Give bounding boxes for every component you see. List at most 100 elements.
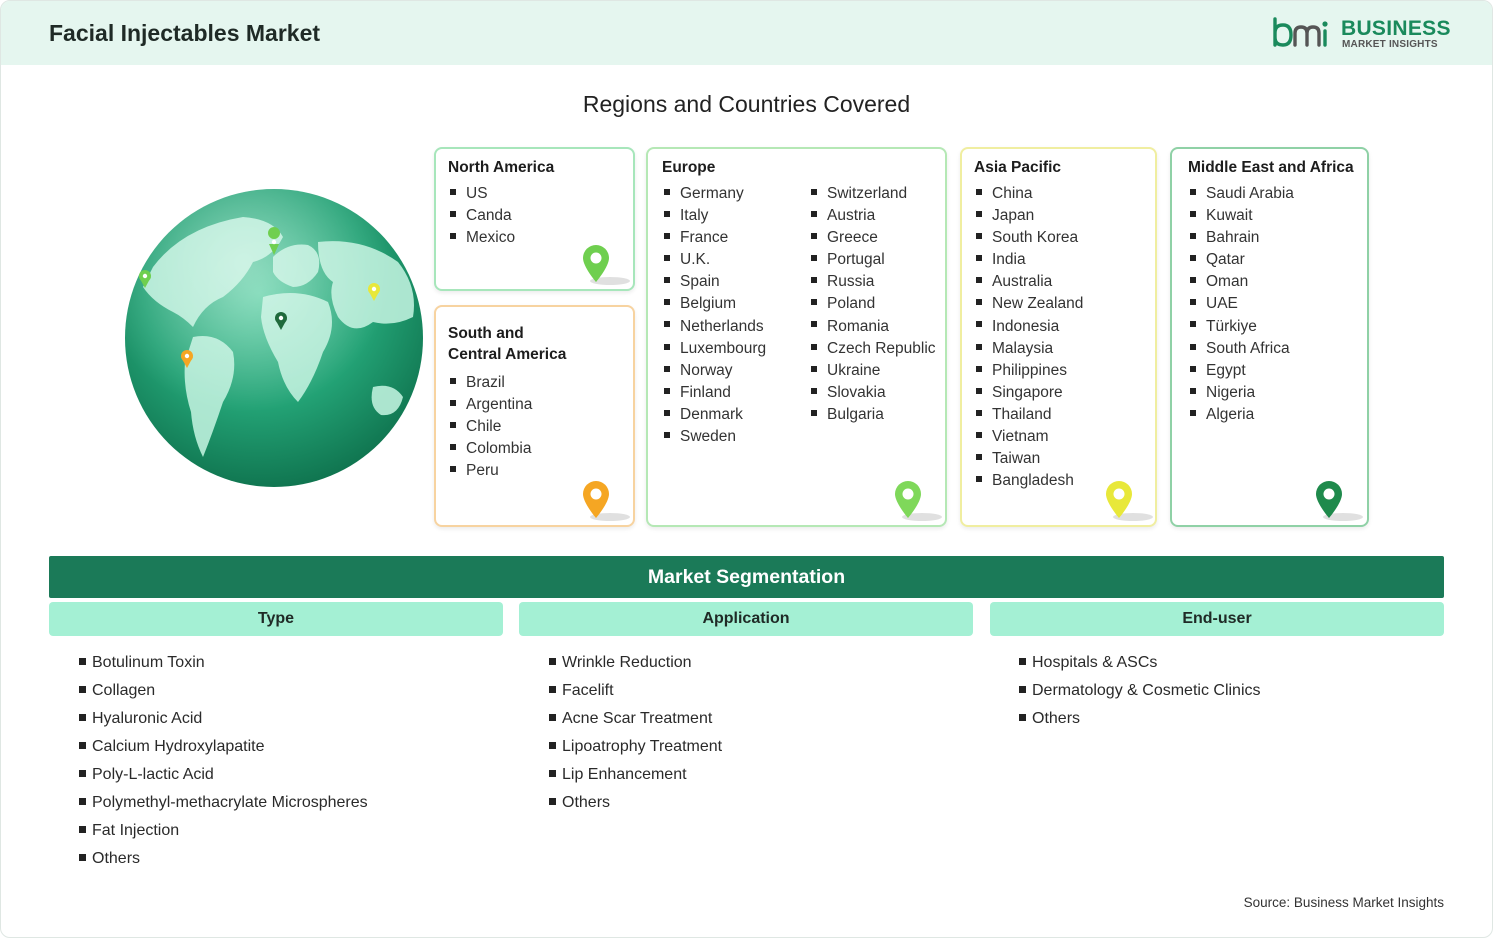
country-item: Colombia <box>450 438 532 460</box>
source-note: Source: Business Market Insights <box>1243 895 1444 910</box>
segment-list-type: Botulinum Toxin Collagen Hyaluronic Acid… <box>79 649 368 873</box>
country-item: Ukraine <box>811 360 936 382</box>
country-item: Argentina <box>450 394 532 416</box>
logo-subtitle: MARKET INSIGHTS <box>1342 39 1438 50</box>
country-list: Saudi Arabia Kuwait Bahrain Qatar Oman U… <box>1190 183 1294 426</box>
country-item: Czech Republic <box>811 338 936 360</box>
country-item: Qatar <box>1190 249 1294 271</box>
country-item: Bulgaria <box>811 404 936 426</box>
country-item: New Zealand <box>976 293 1083 315</box>
country-item: Philippines <box>976 360 1083 382</box>
country-item: Türkiye <box>1190 316 1294 338</box>
country-item: Norway <box>664 360 766 382</box>
bmi-logo-icon <box>1273 17 1328 47</box>
country-item: US <box>450 183 515 205</box>
location-pin-icon <box>895 481 942 521</box>
location-pin-icon <box>583 245 630 285</box>
country-item: Russia <box>811 271 936 293</box>
country-item: Indonesia <box>976 316 1083 338</box>
country-list: Brazil Argentina Chile Colombia Peru <box>450 372 532 482</box>
country-item: Brazil <box>450 372 532 394</box>
region-title: Asia Pacific <box>974 159 1062 176</box>
country-list: China Japan South Korea India Australia … <box>976 183 1083 492</box>
header: Facial Injectables Market BUSINESS MARKE… <box>1 1 1492 65</box>
country-item: Chile <box>450 416 532 438</box>
segment-item: Lipoatrophy Treatment <box>549 733 722 761</box>
country-item: Bahrain <box>1190 227 1294 249</box>
country-item: South Africa <box>1190 338 1294 360</box>
region-card-south-central-america: South and Central America Brazil Argenti… <box>434 305 635 527</box>
segment-item: Poly-L-lactic Acid <box>79 761 368 789</box>
country-item: Canda <box>450 205 515 227</box>
country-item: Singapore <box>976 382 1083 404</box>
country-item: Luxembourg <box>664 338 766 360</box>
country-item: Egypt <box>1190 360 1294 382</box>
segment-item: Lip Enhancement <box>549 761 722 789</box>
segment-item: Others <box>79 845 368 873</box>
country-item: Austria <box>811 205 936 227</box>
region-card-europe: Europe Germany Italy France U.K. Spain B… <box>646 147 947 527</box>
country-item: Algeria <box>1190 404 1294 426</box>
country-item: France <box>664 227 766 249</box>
segment-item: Facelift <box>549 677 722 705</box>
regions-title: Regions and Countries Covered <box>582 91 911 117</box>
location-pin-icon <box>1316 481 1363 521</box>
country-item: Portugal <box>811 249 936 271</box>
segment-item: Collagen <box>79 677 368 705</box>
segmentation-title: Market Segmentation <box>49 556 1444 598</box>
country-item: Italy <box>664 205 766 227</box>
region-title-line: South and <box>448 325 524 342</box>
country-list: Switzerland Austria Greece Portugal Russ… <box>811 183 936 426</box>
segment-item: Others <box>1019 705 1261 733</box>
country-item: South Korea <box>976 227 1083 249</box>
country-item: Greece <box>811 227 936 249</box>
segment-item: Botulinum Toxin <box>79 649 368 677</box>
country-item: Vietnam <box>976 426 1083 448</box>
country-item: Thailand <box>976 404 1083 426</box>
country-item: Nigeria <box>1190 382 1294 404</box>
country-item: Kuwait <box>1190 205 1294 227</box>
country-list: US Canda Mexico <box>450 183 515 249</box>
segment-list-application: Wrinkle Reduction Facelift Acne Scar Tre… <box>549 649 722 817</box>
country-item: Switzerland <box>811 183 936 205</box>
region-title-line: Central America <box>448 346 567 363</box>
segment-heading-end-user: End-user <box>990 602 1444 636</box>
region-title: North America <box>448 159 555 176</box>
globe-icon <box>125 189 423 487</box>
country-item: Germany <box>664 183 766 205</box>
country-item: Taiwan <box>976 448 1083 470</box>
segment-item: Hyaluronic Acid <box>79 705 368 733</box>
country-item: Peru <box>450 460 532 482</box>
country-item: Malaysia <box>976 338 1083 360</box>
region-card-middle-east-africa: Middle East and Africa Saudi Arabia Kuwa… <box>1170 147 1369 527</box>
page-title: Facial Injectables Market <box>49 20 321 46</box>
country-item: China <box>976 183 1083 205</box>
country-item: Finland <box>664 382 766 404</box>
segment-heading-type: Type <box>49 602 503 636</box>
segment-item: Dermatology & Cosmetic Clinics <box>1019 677 1261 705</box>
segment-item: Wrinkle Reduction <box>549 649 722 677</box>
segment-item: Others <box>549 789 722 817</box>
country-item: Netherlands <box>664 316 766 338</box>
region-title: Middle East and Africa <box>1188 159 1354 176</box>
segment-item: Acne Scar Treatment <box>549 705 722 733</box>
segment-item: Hospitals & ASCs <box>1019 649 1261 677</box>
region-title: South and Central America <box>448 323 566 365</box>
country-item: Sweden <box>664 426 766 448</box>
location-pin-icon <box>1106 481 1153 521</box>
country-item: Spain <box>664 271 766 293</box>
country-list: Germany Italy France U.K. Spain Belgium … <box>664 183 766 448</box>
logo-name: BUSINESS <box>1341 17 1451 40</box>
country-item: Slovakia <box>811 382 936 404</box>
country-item: Belgium <box>664 293 766 315</box>
country-item: Saudi Arabia <box>1190 183 1294 205</box>
country-item: Australia <box>976 271 1083 293</box>
country-item: Poland <box>811 293 936 315</box>
location-pin-icon <box>583 481 630 521</box>
country-item: Oman <box>1190 271 1294 293</box>
country-item: Denmark <box>664 404 766 426</box>
country-item: Bangladesh <box>976 470 1083 492</box>
brand-logo: BUSINESS MARKET INSIGHTS <box>1271 15 1451 55</box>
region-card-north-america: North America US Canda Mexico <box>434 147 635 291</box>
region-card-asia-pacific: Asia Pacific China Japan South Korea Ind… <box>960 147 1157 527</box>
